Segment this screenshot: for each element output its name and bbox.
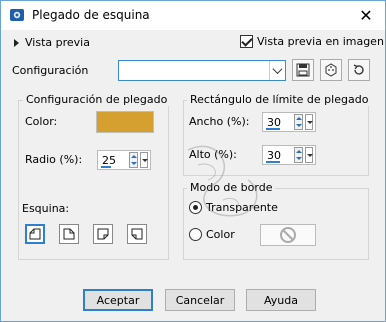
chevron-down-icon[interactable]	[269, 61, 285, 80]
help-label: Ayuda	[264, 293, 298, 307]
ok-label: Aceptar	[96, 293, 140, 307]
reset-button[interactable]	[348, 59, 370, 81]
checkbox-checked-icon[interactable]	[240, 35, 253, 48]
spin-arrows-icon[interactable]	[294, 147, 303, 163]
radius-label: Radio (%):	[25, 153, 83, 166]
save-icon	[296, 63, 310, 77]
title-bar: Plegado de esquina ✕	[0, 0, 386, 30]
corner-bottom-right-icon	[97, 228, 109, 240]
reset-icon	[353, 64, 364, 75]
random-button[interactable]	[320, 59, 342, 81]
corner-bottom-left-icon	[131, 228, 143, 240]
dropdown-arrow-icon[interactable]	[140, 152, 148, 168]
spin-arrows-icon[interactable]	[294, 114, 303, 130]
ok-button[interactable]: Aceptar	[83, 289, 153, 311]
cancel-button[interactable]: Cancelar	[165, 289, 235, 311]
radius-indicator	[101, 166, 111, 168]
preview-toggle[interactable]: Vista previa	[14, 36, 90, 49]
corner-top-left-button[interactable]	[25, 224, 45, 244]
fold-rect-title: Rectángulo de límite de plegado	[187, 93, 372, 106]
corner-top-left-icon	[29, 228, 41, 240]
preview-image-checkbox[interactable]: Vista previa en imagen	[240, 35, 384, 48]
dice-icon	[325, 63, 337, 77]
close-icon: ✕	[359, 5, 373, 25]
config-combobox[interactable]	[118, 60, 286, 81]
window-title: Plegado de esquina	[32, 8, 150, 22]
disabled-icon	[280, 227, 296, 243]
dropdown-arrow-icon[interactable]	[305, 147, 313, 163]
help-button[interactable]: Ayuda	[246, 289, 316, 311]
watermark-flourish-icon	[187, 145, 258, 217]
width-spinbox[interactable]: 30	[262, 112, 316, 132]
dropdown-arrow-icon[interactable]	[305, 114, 313, 130]
fold-color-swatch[interactable]	[96, 111, 154, 133]
close-button[interactable]: ✕	[346, 0, 386, 30]
fold-settings-title: Configuración de plegado	[23, 93, 171, 106]
color-label: Color:	[25, 115, 58, 128]
app-icon	[10, 9, 24, 21]
corner-bottom-left-button[interactable]	[127, 224, 147, 244]
width-label: Ancho (%):	[189, 115, 250, 128]
preview-image-label: Vista previa en imagen	[257, 35, 384, 48]
config-label: Configuración	[12, 64, 89, 77]
corner-top-right-icon	[63, 228, 75, 240]
expand-triangle-icon	[14, 38, 19, 47]
corner-label: Esquina:	[22, 202, 70, 215]
spin-arrows-icon[interactable]	[129, 152, 138, 168]
save-preset-button[interactable]	[292, 59, 314, 81]
preview-label: Vista previa	[25, 36, 90, 49]
corner-bottom-right-button[interactable]	[93, 224, 113, 244]
cancel-label: Cancelar	[175, 293, 225, 307]
corner-top-right-button[interactable]	[59, 224, 79, 244]
radius-spinbox[interactable]: 25	[97, 150, 151, 170]
